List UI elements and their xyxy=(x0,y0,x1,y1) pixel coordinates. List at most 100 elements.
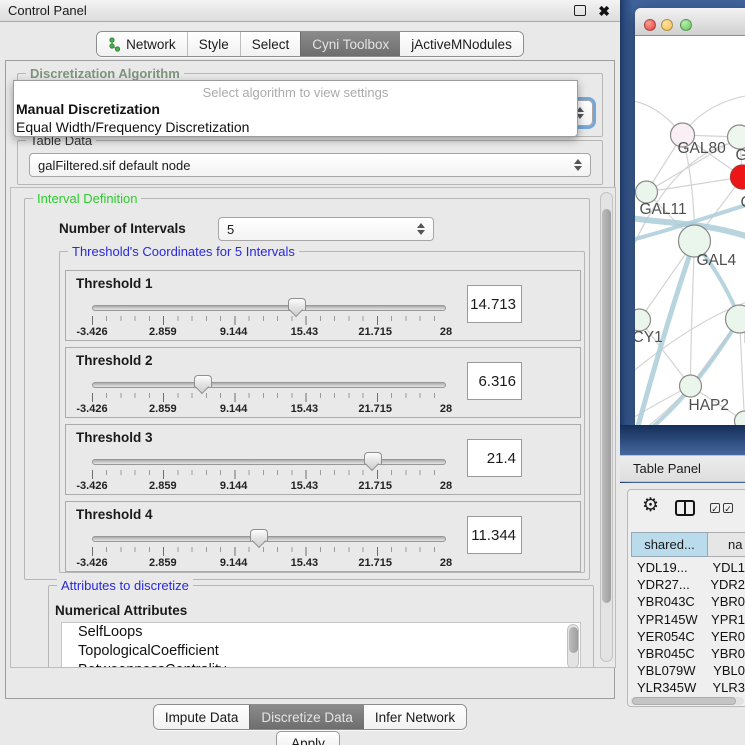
table-data-combo[interactable]: galFiltered.sif default node xyxy=(29,153,591,177)
table-card: ⚙ ✓ ✓ shared... na YDL19... YDL1 YDR27..… xyxy=(627,489,745,707)
tab-style[interactable]: Style xyxy=(187,32,240,56)
network-edge[interactable] xyxy=(691,241,695,386)
network-graph: GAL80GACGAL11GAL4GCY1HHAP2 xyxy=(635,36,745,425)
threshold-value-box[interactable]: 14.713 xyxy=(467,285,522,323)
screen: Control Panel ✖ Network Style S xyxy=(0,0,745,745)
table-hscrollbar[interactable] xyxy=(630,697,744,705)
network-node[interactable] xyxy=(731,165,745,189)
cell-name: YDL1 xyxy=(704,560,745,577)
table-header-row: shared... na xyxy=(631,532,745,557)
number-of-intervals-stepper-icon[interactable] xyxy=(417,223,425,235)
cell-name: YER0 xyxy=(703,629,745,646)
checkbox-icon[interactable]: ✓ xyxy=(710,503,720,513)
slider-thumb[interactable] xyxy=(288,298,306,310)
thresholds-group: Threshold's Coordinates for 5 Intervals … xyxy=(59,251,585,573)
settings-scrollbar[interactable] xyxy=(600,192,613,662)
tab-impute-data[interactable]: Impute Data xyxy=(154,705,250,729)
attribute-list-item[interactable]: TopologicalCoefficient xyxy=(62,642,580,661)
slider-scale-label: 15.43 xyxy=(291,403,319,415)
table-data-combo-stepper-icon[interactable] xyxy=(574,159,582,171)
close-traffic-light-icon[interactable] xyxy=(644,19,656,31)
threshold-label: Threshold 4 xyxy=(76,507,153,522)
slider-track[interactable] xyxy=(92,536,446,542)
table-rows: YDL19... YDL1 YDR27... YDR2 YBR043C YBR0… xyxy=(631,560,745,696)
slider-scale-label: 2.859 xyxy=(149,557,177,569)
slider-scale-label: 2.859 xyxy=(149,403,177,415)
table-row[interactable]: YLR345W YLR3 xyxy=(631,680,745,696)
threshold-value-box[interactable]: 21.4 xyxy=(467,439,522,477)
slider-scale-label: 2.859 xyxy=(149,326,177,338)
threshold-panel: Threshold 1 -3.4262.8599.14415.4321.7152… xyxy=(65,270,581,341)
table-row[interactable]: YDR27... YDR2 xyxy=(631,577,745,594)
number-of-intervals-combo[interactable]: 5 xyxy=(218,217,434,241)
settings-scrollbar-thumb[interactable] xyxy=(602,209,611,603)
table-row[interactable]: YBR043C YBR0 xyxy=(631,594,745,611)
algorithm-popup-hint: Select algorithm to view settings xyxy=(14,85,577,100)
table-panel-body: ⚙ ✓ ✓ shared... na YDL19... YDL1 YDR27..… xyxy=(620,483,745,745)
network-node[interactable] xyxy=(735,411,745,425)
slider-scale: -3.4262.8599.14415.4321.71528 xyxy=(92,557,446,569)
algorithm-option-manual[interactable]: Manual Discretization xyxy=(14,100,577,118)
slider-track[interactable] xyxy=(92,305,446,311)
slider-track[interactable] xyxy=(92,459,446,465)
number-of-intervals-label: Number of Intervals xyxy=(59,221,186,236)
table-hscrollbar-thumb[interactable] xyxy=(632,697,736,705)
float-icon[interactable] xyxy=(574,5,586,16)
tab-infer-network[interactable]: Infer Network xyxy=(364,705,466,729)
network-window-titlebar[interactable] xyxy=(635,8,745,36)
network-edge[interactable] xyxy=(647,177,743,192)
gear-icon[interactable]: ⚙ xyxy=(642,496,659,515)
tab-network[interactable]: Network xyxy=(97,32,187,56)
cell-shared-name: YDL19... xyxy=(631,560,704,577)
table-row[interactable]: YBL079W YBL0 xyxy=(631,663,745,680)
attribute-list-item[interactable]: SelfLoops xyxy=(62,623,580,642)
slider-scale-label: 21.715 xyxy=(358,326,392,338)
tab-cyni-toolbox[interactable]: Cyni Toolbox xyxy=(300,32,400,56)
attribute-list-scrollbar-thumb[interactable] xyxy=(569,627,578,653)
table-row[interactable]: YER054C YER0 xyxy=(631,629,745,646)
cell-shared-name: YPR145W xyxy=(631,612,703,629)
column-header-name[interactable]: na xyxy=(708,532,745,557)
algorithm-option-equal-width[interactable]: Equal Width/Frequency Discretization xyxy=(14,118,577,136)
table-row[interactable]: YPR145W YPR1 xyxy=(631,612,745,629)
table-row[interactable]: YBR045C YBR0 xyxy=(631,646,745,663)
threshold-value-box[interactable]: 11.344 xyxy=(467,516,522,554)
slider-track[interactable] xyxy=(92,382,446,388)
network-node-label: GAL4 xyxy=(697,252,737,269)
control-panel: Control Panel ✖ Network Style S xyxy=(0,0,620,745)
network-node[interactable] xyxy=(680,375,702,397)
threshold-panel: Threshold 3 -3.4262.8599.14415.4321.7152… xyxy=(65,424,581,495)
network-canvas[interactable]: GAL80GACGAL11GAL4GCY1HHAP2 xyxy=(635,36,745,425)
table-row[interactable]: YDL19... YDL1 xyxy=(631,560,745,577)
tab-jactivemnodules[interactable]: jActiveMNodules xyxy=(400,32,523,56)
cell-shared-name: YER054C xyxy=(631,629,703,646)
minimize-traffic-light-icon[interactable] xyxy=(661,19,673,31)
numerical-attributes-list[interactable]: SelfLoopsTopologicalCoefficientBetweenne… xyxy=(61,622,581,668)
slider-scale-label: 21.715 xyxy=(358,480,392,492)
network-node[interactable] xyxy=(635,309,651,331)
slider-thumb[interactable] xyxy=(250,529,268,541)
cell-shared-name: YBR043C xyxy=(631,594,703,611)
column-header-shared-name[interactable]: shared... xyxy=(631,532,708,557)
tab-select[interactable]: Select xyxy=(240,32,301,56)
slider-scale-label: 15.43 xyxy=(291,326,319,338)
slider-thumb[interactable] xyxy=(194,375,212,387)
attribute-list-item[interactable]: BetweennessCentrality xyxy=(62,661,580,668)
zoom-traffic-light-icon[interactable] xyxy=(680,19,692,31)
tab-discretize-data[interactable]: Discretize Data xyxy=(249,705,364,729)
checkbox-icon[interactable]: ✓ xyxy=(723,503,733,513)
threshold-value-box[interactable]: 6.316 xyxy=(467,362,522,400)
attribute-list-scrollbar[interactable] xyxy=(567,624,579,668)
apply-button[interactable]: Apply xyxy=(276,731,340,745)
slider-scale-label: -3.426 xyxy=(76,557,107,569)
close-icon[interactable]: ✖ xyxy=(598,4,610,18)
control-panel-title: Control Panel xyxy=(8,3,87,18)
tab-jactivemnodules-label: jActiveMNodules xyxy=(411,37,512,52)
interval-definition-group: Interval Definition Number of Intervals … xyxy=(24,198,590,580)
network-node[interactable] xyxy=(636,181,658,203)
network-node[interactable] xyxy=(728,125,745,149)
network-node-label: HAP2 xyxy=(689,397,730,414)
columns-icon[interactable] xyxy=(675,500,695,516)
slider-thumb[interactable] xyxy=(364,452,382,464)
number-of-intervals-value: 5 xyxy=(227,222,234,237)
